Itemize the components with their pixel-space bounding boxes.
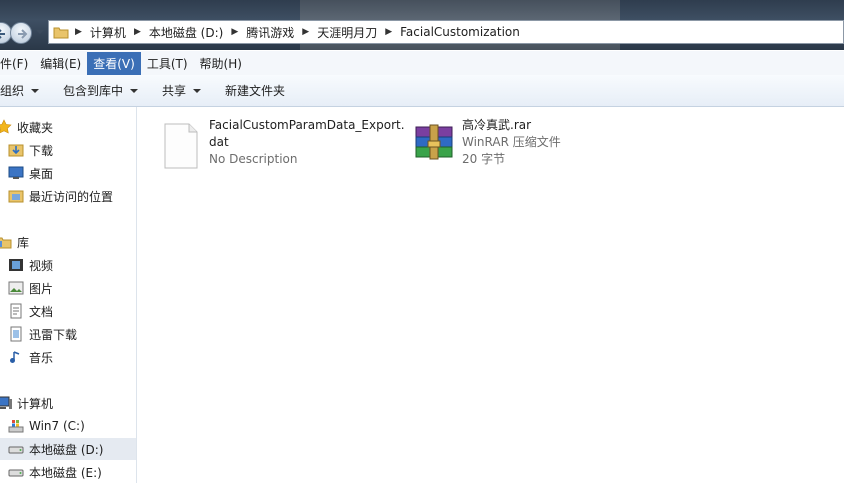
file-list: FacialCustomParamData_Export. dat No Des… — [137, 107, 844, 483]
nav-drive-d[interactable]: 本地磁盘 (D:) — [0, 438, 136, 460]
nav-drive-e[interactable]: 本地磁盘 (E:) — [8, 461, 144, 483]
folder-icon — [53, 25, 69, 39]
file-name-continued: dat — [209, 135, 229, 149]
nav-label: 图片 — [29, 281, 54, 296]
navigation-buttons — [0, 21, 48, 45]
nav-favorites[interactable]: 收藏夹 — [0, 116, 132, 138]
nav-label: 音乐 — [29, 350, 54, 365]
breadcrumb-current-folder[interactable]: FacialCustomization — [396, 21, 524, 43]
hard-drive-icon — [8, 469, 24, 477]
menu-tools[interactable]: 工具(T) — [141, 52, 194, 75]
share-label: 共享 — [162, 84, 187, 98]
breadcrumb-separator[interactable]: ▶ — [130, 27, 145, 37]
file-size: 20 字节 — [462, 152, 506, 166]
nav-label: 桌面 — [29, 166, 54, 181]
star-icon — [0, 119, 12, 134]
library-icon — [0, 237, 12, 249]
nav-label: 视频 — [29, 258, 54, 273]
nav-label: 本地磁盘 (E:) — [29, 465, 102, 480]
forward-arrow-icon — [18, 29, 28, 39]
breadcrumb-tencent-games[interactable]: 腾讯游戏 — [242, 21, 298, 43]
chevron-down-icon — [130, 88, 139, 93]
nav-label: 本地磁盘 (D:) — [29, 442, 104, 457]
address-bar[interactable]: ▶ 计算机 ▶ 本地磁盘 (D:) ▶ 腾讯游戏 ▶ 天涯明月刀 ▶ Facia… — [48, 20, 844, 44]
file-description: No Description — [209, 152, 298, 166]
nav-computer[interactable]: 计算机 — [0, 392, 132, 414]
breadcrumb-game[interactable]: 天涯明月刀 — [313, 21, 381, 43]
computer-icon — [0, 396, 12, 409]
nav-videos[interactable]: 视频 — [8, 254, 144, 276]
nav-documents[interactable]: 文档 — [8, 300, 144, 322]
menu-file[interactable]: 件(F) — [0, 52, 34, 75]
include-label: 包含到库中 — [63, 84, 124, 98]
menu-edit[interactable]: 编辑(E) — [34, 52, 87, 75]
organize-button[interactable]: 组织 — [0, 82, 51, 99]
new-folder-button[interactable]: 新建文件夹 — [213, 82, 297, 99]
breadcrumb-separator[interactable]: ▶ — [71, 27, 86, 37]
include-in-library-button[interactable]: 包含到库中 — [51, 82, 150, 99]
documents-icon — [10, 303, 22, 319]
nav-label: 下载 — [29, 143, 54, 158]
file-type: WinRAR 压缩文件 — [462, 135, 561, 149]
breadcrumb-separator[interactable]: ▶ — [381, 27, 396, 37]
nav-xunlei-downloads[interactable]: 迅雷下载 — [8, 323, 144, 345]
blank-document-icon — [164, 123, 198, 169]
back-arrow-icon — [0, 29, 5, 39]
downloads-folder-icon — [8, 144, 24, 157]
navigation-pane: 收藏夹 下载 桌面 最近访问的位置 库 视频 图片 文档 迅雷下载 音乐 计算机 — [0, 107, 137, 483]
nav-drive-c[interactable]: Win7 (C:) — [8, 415, 144, 437]
command-toolbar: 组织 包含到库中 共享 新建文件夹 — [0, 75, 844, 107]
video-icon — [9, 259, 23, 271]
music-icon — [10, 351, 20, 363]
pictures-icon — [8, 281, 24, 295]
forward-button[interactable] — [10, 22, 32, 44]
recent-pages-dropdown[interactable] — [36, 30, 44, 34]
menu-view[interactable]: 查看(V) — [87, 51, 141, 75]
nav-pictures[interactable]: 图片 — [8, 277, 144, 299]
organize-label: 组织 — [0, 84, 25, 98]
file-name: FacialCustomParamData_Export. — [209, 118, 405, 132]
breadcrumb-drive-d[interactable]: 本地磁盘 (D:) — [145, 21, 227, 43]
windows-drive-icon — [8, 420, 24, 433]
file-item-dat[interactable]: FacialCustomParamData_Export. dat No Des… — [161, 117, 405, 171]
chevron-down-icon — [31, 88, 40, 93]
nav-desktop[interactable]: 桌面 — [8, 162, 144, 184]
recent-places-icon — [8, 190, 24, 203]
nav-libraries[interactable]: 库 — [0, 231, 132, 253]
nav-label: 收藏夹 — [17, 120, 54, 135]
nav-label: 库 — [17, 235, 30, 250]
nav-label: Win7 (C:) — [29, 419, 85, 433]
nav-label: 计算机 — [17, 396, 54, 411]
nav-label: 最近访问的位置 — [29, 189, 114, 204]
chevron-down-icon — [193, 88, 202, 93]
nav-recent-places[interactable]: 最近访问的位置 — [8, 185, 144, 207]
winrar-archive-icon — [415, 124, 453, 160]
file-item-rar[interactable]: 高冷真武.rar WinRAR 压缩文件 20 字节 — [412, 117, 561, 168]
nav-music[interactable]: 音乐 — [8, 346, 144, 368]
nav-label: 迅雷下载 — [29, 327, 78, 342]
hard-drive-icon — [8, 446, 24, 454]
breadcrumb-separator[interactable]: ▶ — [298, 27, 313, 37]
menu-bar: 件(F) 编辑(E) 查看(V) 工具(T) 帮助(H) — [0, 51, 844, 76]
breadcrumb-computer[interactable]: 计算机 — [86, 21, 130, 43]
file-name: 高冷真武.rar — [462, 118, 532, 132]
desktop-icon — [8, 166, 24, 179]
menu-help[interactable]: 帮助(H) — [194, 52, 248, 75]
breadcrumb-separator[interactable]: ▶ — [227, 27, 242, 37]
share-button[interactable]: 共享 — [150, 82, 213, 99]
nav-downloads[interactable]: 下载 — [8, 139, 144, 161]
xunlei-folder-icon — [10, 326, 22, 342]
nav-label: 文档 — [29, 304, 54, 319]
